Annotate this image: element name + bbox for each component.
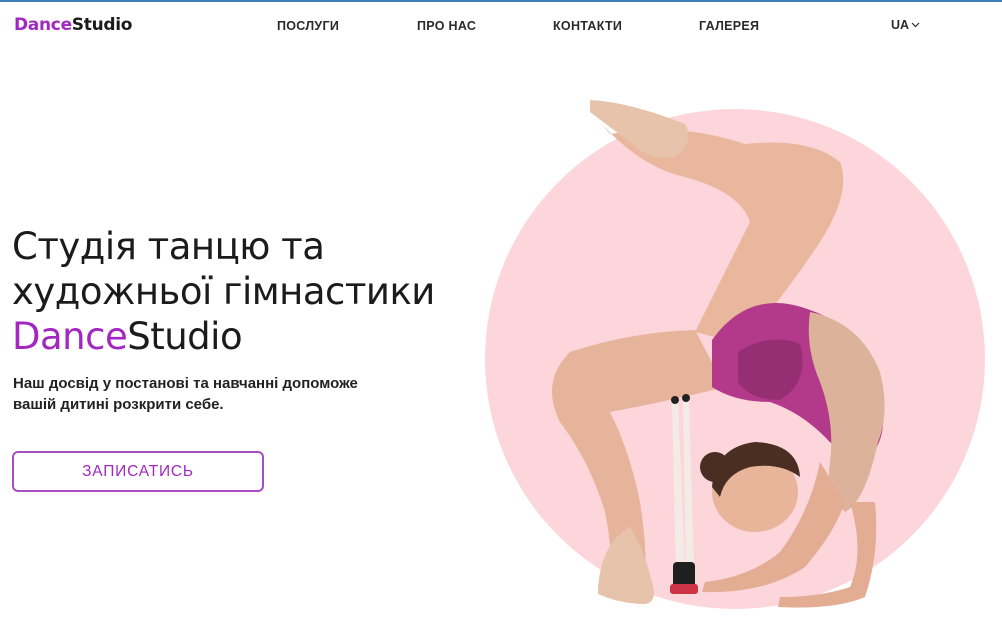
nav-item-services[interactable]: ПОСЛУГИ <box>277 19 339 33</box>
nav-item-about[interactable]: ПРО НАС <box>417 19 476 33</box>
signup-button[interactable]: ЗАПИСАТИСЬ <box>12 451 264 492</box>
language-selector[interactable]: UA <box>891 18 920 32</box>
logo-accent: Dance <box>14 15 72 35</box>
page: DanceStudio ПОСЛУГИ ПРО НАС КОНТАКТИ ГАЛ… <box>0 0 1002 641</box>
nav-item-gallery[interactable]: ГАЛЕРЕЯ <box>699 19 759 33</box>
logo[interactable]: DanceStudio <box>14 15 132 35</box>
hero-title-line-2: художньої гімнастики <box>12 270 435 313</box>
chevron-down-icon <box>911 22 920 28</box>
hero-title: Студія танцю та художньої гімнастики Dan… <box>12 224 435 359</box>
hero-subtitle: Наш досвід у постанові та навчанні допом… <box>13 375 358 413</box>
nav-item-contacts[interactable]: КОНТАКТИ <box>553 19 622 33</box>
site-header: DanceStudio ПОСЛУГИ ПРО НАС КОНТАКТИ ГАЛ… <box>0 2 1002 50</box>
hero-title-line-1: Студія танцю та <box>12 225 325 268</box>
hero-brand-dark: Studio <box>127 315 243 358</box>
hero-brand-accent: Dance <box>12 315 128 358</box>
logo-dark: Studio <box>71 15 133 35</box>
gymnast-image <box>552 100 885 608</box>
language-label: UA <box>891 18 910 32</box>
hero-title-brand: DanceStudio <box>12 314 435 359</box>
